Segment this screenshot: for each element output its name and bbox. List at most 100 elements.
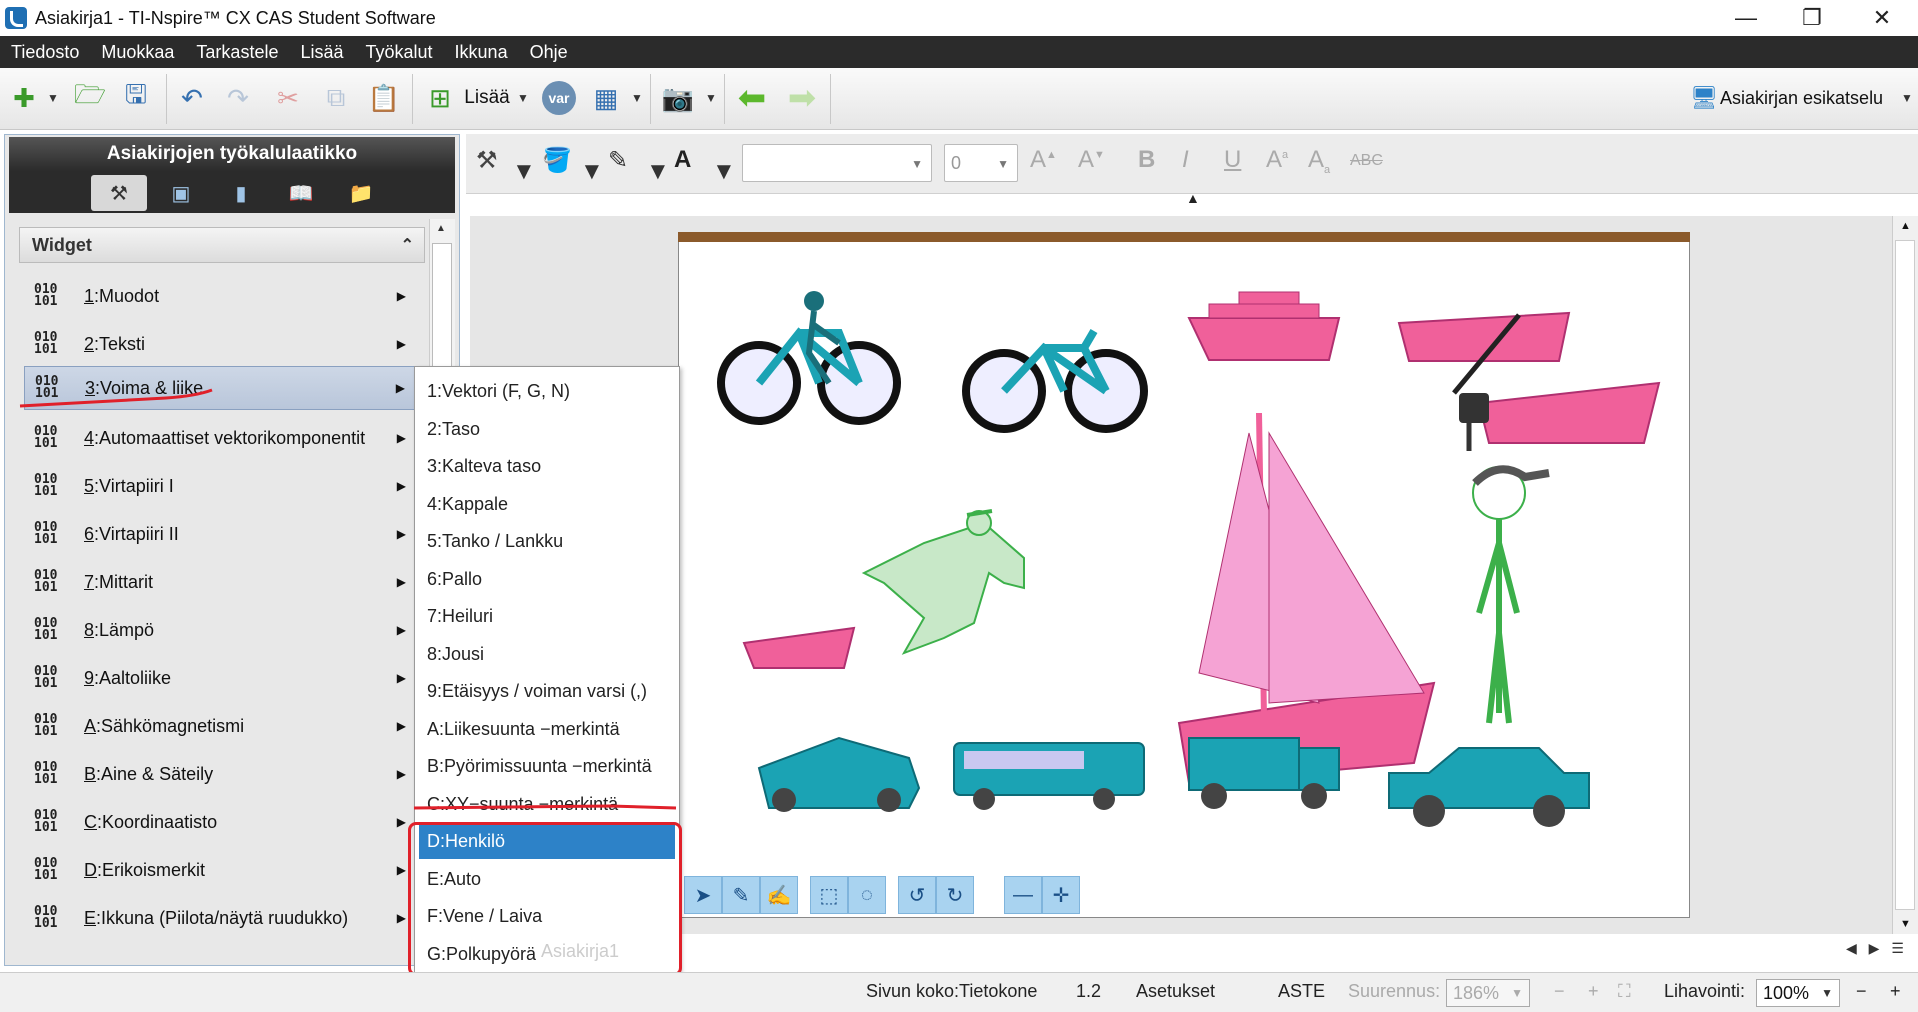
zoom-out-icon[interactable]: − — [1554, 981, 1565, 1002]
bold-icon[interactable]: B — [1138, 146, 1155, 174]
font-family-select[interactable]: ▼ — [742, 144, 932, 182]
page-layout-icon[interactable]: ▦ — [586, 80, 626, 116]
menu-edit[interactable]: Muokkaa — [90, 42, 185, 63]
page-size-status[interactable]: Sivun koko:Tietokone — [866, 981, 1037, 1002]
page-sorter-icon[interactable]: ☰ — [1891, 940, 1904, 956]
folder-tab-icon[interactable]: 📁 — [333, 175, 389, 211]
canvas-scrollbar[interactable]: ▲ ▼ — [1892, 216, 1918, 934]
submenu-item-rotation-direction[interactable]: B:Pyörimissuunta −merkintä — [419, 748, 675, 784]
variable-button[interactable]: var — [540, 80, 578, 116]
prev-page-icon[interactable]: ◀ — [1846, 940, 1857, 956]
tools-icon[interactable]: ⚒ — [476, 146, 498, 175]
open-folder-icon[interactable]: 🗁 — [70, 79, 110, 116]
widget-item-circuit-2[interactable]: 010 101 6: Virtapiiri II ▶ — [24, 512, 416, 556]
horizontal-line-icon[interactable]: — — [1004, 876, 1042, 914]
redo-icon[interactable]: ↷ — [218, 80, 258, 116]
insert-button[interactable]: Lisää — [460, 80, 514, 116]
widget-item-shapes[interactable]: 010 101 1: Muodot ▶ — [24, 274, 416, 318]
text-color-dropdown-icon[interactable]: ▼ — [712, 158, 736, 186]
font-size-select[interactable]: 0 ▼ — [944, 144, 1018, 182]
widget-item-electromagnetism[interactable]: 010 101 A: Sähkömagnetismi ▶ — [24, 704, 416, 748]
italic-icon[interactable]: I — [1182, 146, 1189, 174]
subscript-icon[interactable]: Aa — [1308, 146, 1330, 176]
circle-select-icon[interactable]: ◌ — [848, 876, 886, 914]
widget-item-circuit-1[interactable]: 010 101 5: Virtapiiri I ▶ — [24, 464, 416, 508]
back-arrow-icon[interactable]: ⬅ — [730, 79, 774, 117]
line-dropdown-icon[interactable]: ▼ — [646, 158, 670, 186]
collapse-icon[interactable]: ⌃ — [401, 235, 414, 255]
submenu-item-rod[interactable]: 5:Tanko / Lankku — [419, 523, 675, 559]
widget-item-auto-vector[interactable]: 010 101 4: Automaattiset vektorikomponentit… — [24, 416, 416, 460]
submenu-item-spring[interactable]: 8:Jousi — [419, 636, 675, 672]
superscript-icon[interactable]: Aa — [1266, 146, 1288, 174]
tools-dropdown-icon[interactable]: ▼ — [512, 158, 536, 186]
widget-item-waves[interactable]: 010 101 9: Aaltoliike ▶ — [24, 656, 416, 700]
rectangle-select-icon[interactable]: ⬚ — [810, 876, 848, 914]
scale-decrease-icon[interactable]: − — [1856, 981, 1867, 1002]
submenu-item-ball[interactable]: 6:Pallo — [419, 561, 675, 597]
angle-mode-status[interactable]: ASTE — [1278, 981, 1325, 1002]
zoom-in-icon[interactable]: + — [1588, 981, 1599, 1002]
collapse-arrow-icon[interactable]: ▲ — [1186, 190, 1200, 206]
rotate-right-icon[interactable]: ↻ — [936, 876, 974, 914]
strikethrough-icon[interactable]: ABC — [1350, 152, 1383, 170]
rotate-left-icon[interactable]: ↺ — [898, 876, 936, 914]
preview-dropdown-icon[interactable]: ▼ — [1900, 80, 1914, 116]
menu-insert[interactable]: Lisää — [289, 42, 354, 63]
scroll-down-icon[interactable]: ▼ — [1900, 918, 1911, 930]
crosshair-icon[interactable]: ✛ — [1042, 876, 1080, 914]
menu-view[interactable]: Tarkastele — [185, 42, 289, 63]
widget-item-heat[interactable]: 010 101 8: Lämpö ▶ — [24, 608, 416, 652]
submenu-item-body[interactable]: 4:Kappale — [419, 486, 675, 522]
fit-page-icon[interactable]: ⛶ — [1618, 981, 1631, 1002]
submenu-item-plane[interactable]: 2:Taso — [419, 411, 675, 447]
highlighter-icon[interactable]: ✍ — [760, 876, 798, 914]
next-page-icon[interactable]: ▶ — [1869, 940, 1880, 956]
scale-increase-icon[interactable]: + — [1890, 981, 1901, 1002]
paste-icon[interactable]: 📋 — [364, 80, 404, 116]
insert-page-icon[interactable]: ⊞ — [420, 80, 460, 116]
menu-window[interactable]: Ikkuna — [444, 42, 519, 63]
widget-item-coordinates[interactable]: 010 101 C: Koordinaatisto ▶ — [24, 800, 416, 844]
menu-file[interactable]: Tiedosto — [0, 42, 90, 63]
close-button[interactable]: ✕ — [1852, 0, 1912, 36]
line-color-icon[interactable]: ✎ — [608, 146, 628, 175]
new-dropdown-icon[interactable]: ▼ — [46, 80, 60, 116]
pen-icon[interactable]: ✎ — [722, 876, 760, 914]
increase-font-icon[interactable]: A▲ — [1030, 146, 1057, 174]
tools-tab-icon[interactable]: ⚒ — [91, 175, 147, 211]
widget-item-window-grid[interactable]: 010 101 E: Ikkuna (Piilota/näytä ruudukko) ▶ — [24, 896, 416, 940]
maximize-button[interactable]: ❐ — [1782, 0, 1842, 36]
monitor-icon[interactable]: 🖥 — [1690, 80, 1718, 116]
document-page[interactable] — [678, 232, 1690, 918]
cut-icon[interactable]: ✂ — [268, 80, 308, 116]
submenu-item-incline[interactable]: 3:Kalteva taso — [419, 448, 675, 484]
select-pointer-icon[interactable]: ➤ — [684, 876, 722, 914]
widget-item-text[interactable]: 010 101 2: Teksti ▶ — [24, 322, 416, 366]
fill-color-icon[interactable]: 🪣 — [542, 146, 572, 175]
minimize-button[interactable]: — — [1716, 0, 1776, 36]
settings-status[interactable]: Asetukset — [1136, 981, 1215, 1002]
submenu-item-vector[interactable]: 1:Vektori (F, G, N) — [419, 373, 675, 409]
copy-icon[interactable]: ⧉ — [316, 80, 356, 116]
variables-tab-icon[interactable]: ▣ — [153, 175, 209, 211]
submenu-item-pendulum[interactable]: 7:Heiluri — [419, 598, 675, 634]
undo-icon[interactable]: ↶ — [172, 80, 212, 116]
menu-tools[interactable]: Työkalut — [355, 42, 444, 63]
widget-item-matter-radiation[interactable]: 010 101 B: Aine & Säteily ▶ — [24, 752, 416, 796]
save-icon[interactable]: 🖫 — [116, 79, 156, 116]
widget-section-header[interactable]: Widget ⌃ — [19, 227, 425, 263]
decrease-font-icon[interactable]: A▼ — [1078, 146, 1105, 174]
insert-dropdown-icon[interactable]: ▼ — [516, 80, 530, 116]
handheld-tab-icon[interactable]: ▮ — [213, 175, 269, 211]
scroll-up-icon[interactable]: ▲ — [1900, 220, 1911, 232]
text-color-icon[interactable]: A — [674, 146, 691, 174]
zoom-select[interactable]: 186% ▼ — [1446, 979, 1530, 1007]
screenshot-icon[interactable]: 📷 — [658, 80, 698, 116]
fill-dropdown-icon[interactable]: ▼ — [580, 158, 604, 186]
layout-dropdown-icon[interactable]: ▼ — [630, 80, 644, 116]
menu-help[interactable]: Ohje — [519, 42, 579, 63]
new-document-icon[interactable]: ✚ — [4, 80, 44, 116]
book-tab-icon[interactable]: 📖 — [273, 175, 329, 211]
forward-arrow-icon[interactable]: ➡ — [780, 79, 824, 117]
